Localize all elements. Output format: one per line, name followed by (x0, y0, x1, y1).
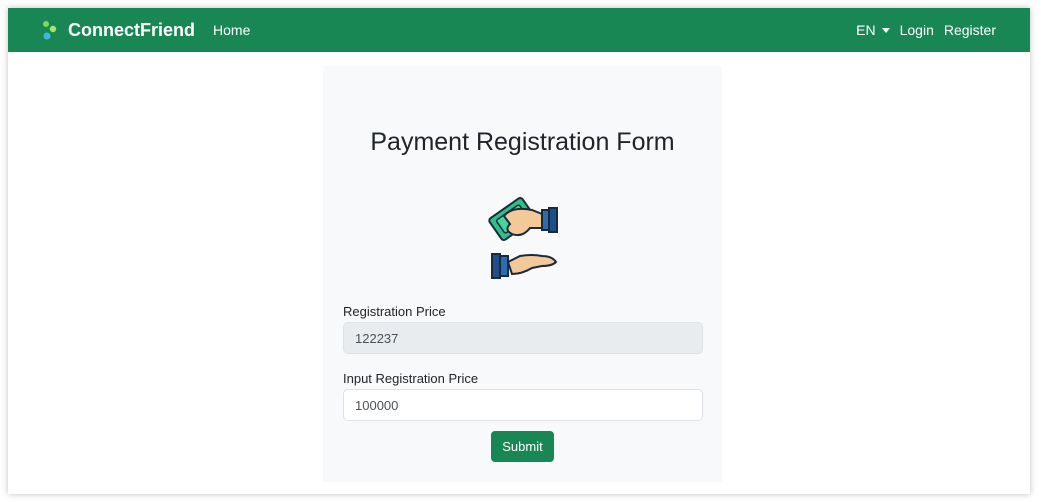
payment-form-card: Payment Registration Form Registration P… (323, 66, 722, 482)
browser-viewport: ConnectFriend Home EN Login Register Pay… (8, 8, 1030, 494)
brand-link[interactable]: ConnectFriend (38, 18, 195, 42)
language-dropdown[interactable]: EN (856, 22, 890, 38)
registration-price-label: Registration Price (343, 304, 446, 319)
top-navbar: ConnectFriend Home EN Login Register (8, 8, 1030, 52)
nav-right-group: EN Login Register (846, 8, 996, 52)
register-link[interactable]: Register (944, 22, 996, 38)
login-link[interactable]: Login (900, 22, 934, 38)
hands-exchanging-money-icon (488, 197, 558, 279)
page-title: Payment Registration Form (370, 128, 675, 156)
droplets-logo-icon (43, 21, 57, 40)
language-label: EN (856, 22, 876, 38)
submit-button[interactable]: Submit (491, 431, 554, 462)
registration-price-field: 122237 (343, 322, 703, 354)
brand-name: ConnectFriend (68, 19, 196, 40)
nav-home-link[interactable]: Home (213, 22, 250, 38)
input-registration-price-label: Input Registration Price (343, 371, 479, 386)
input-registration-price-field[interactable] (343, 389, 703, 421)
caret-down-icon (881, 27, 890, 33)
